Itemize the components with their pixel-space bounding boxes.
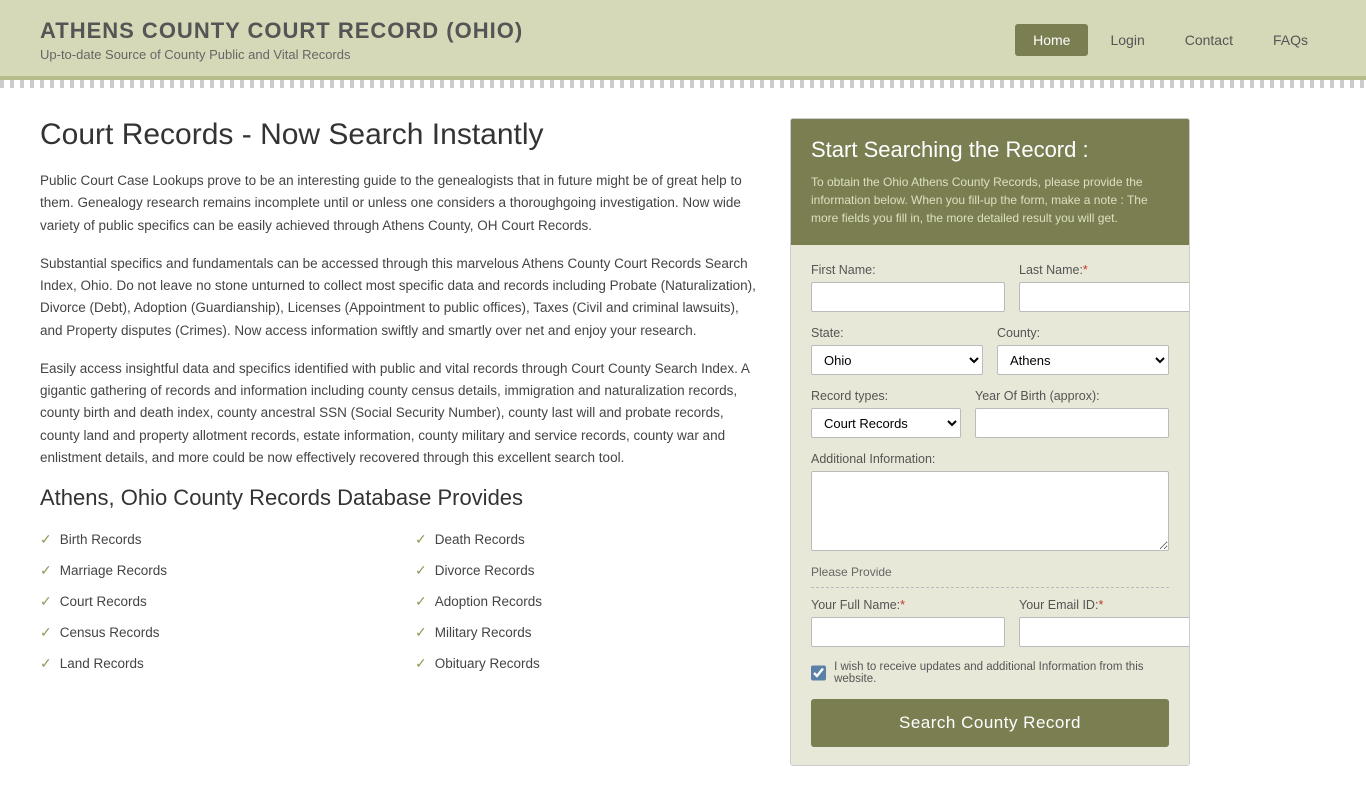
record-label-court: Court Records xyxy=(60,594,147,609)
para-1: Public Court Case Lookups prove to be an… xyxy=(40,170,760,237)
last-name-group: Last Name:* xyxy=(1019,263,1190,312)
record-item-marriage: ✓ Marriage Records xyxy=(40,558,385,583)
record-label-marriage: Marriage Records xyxy=(60,563,167,578)
record-types-group: Record types: Court Records Birth Record… xyxy=(811,389,961,438)
search-county-record-button[interactable]: Search County Record xyxy=(811,699,1169,747)
site-subtitle: Up-to-date Source of County Public and V… xyxy=(40,47,523,62)
record-label-adoption: Adoption Records xyxy=(435,594,542,609)
record-item-census: ✓ Census Records xyxy=(40,620,385,645)
additional-info-label: Additional Information: xyxy=(811,452,1169,466)
newsletter-checkbox[interactable] xyxy=(811,665,826,681)
main-nav: Home Login Contact FAQs xyxy=(1015,24,1326,56)
records-grid: ✓ Birth Records ✓ Death Records ✓ Marria… xyxy=(40,527,760,676)
year-of-birth-label: Year Of Birth (approx): xyxy=(975,389,1169,403)
full-name-input[interactable] xyxy=(811,617,1005,647)
record-types-label: Record types: xyxy=(811,389,961,403)
name-row: First Name: Last Name:* xyxy=(811,263,1169,312)
record-item-military: ✓ Military Records xyxy=(415,620,760,645)
year-of-birth-input[interactable] xyxy=(975,408,1169,438)
additional-info-group: Additional Information: xyxy=(811,452,1169,551)
county-select[interactable]: Athens Franklin Hamilton Cuyahoga xyxy=(997,345,1169,375)
newsletter-checkbox-row: I wish to receive updates and additional… xyxy=(811,661,1169,685)
last-name-label: Last Name:* xyxy=(1019,263,1190,277)
contact-row: Your Full Name:* Your Email ID:* xyxy=(811,598,1169,647)
site-title: ATHENS COUNTY COURT RECORD (OHIO) xyxy=(40,18,523,44)
record-label-obituary: Obituary Records xyxy=(435,656,540,671)
full-name-group: Your Full Name:* xyxy=(811,598,1005,647)
email-group: Your Email ID:* xyxy=(1019,598,1190,647)
first-name-input[interactable] xyxy=(811,282,1005,312)
record-label-land: Land Records xyxy=(60,656,144,671)
check-icon-land: ✓ xyxy=(40,655,52,672)
form-header-title: Start Searching the Record : xyxy=(811,137,1169,163)
record-item-land: ✓ Land Records xyxy=(40,651,385,676)
last-name-input[interactable] xyxy=(1019,282,1190,312)
county-group: County: Athens Franklin Hamilton Cuyahog… xyxy=(997,326,1169,375)
record-label-birth: Birth Records xyxy=(60,532,142,547)
first-name-label: First Name: xyxy=(811,263,1005,277)
email-label: Your Email ID:* xyxy=(1019,598,1190,612)
last-name-required: * xyxy=(1083,263,1088,277)
record-item-court: ✓ Court Records xyxy=(40,589,385,614)
record-types-select[interactable]: Court Records Birth Records Marriage Rec… xyxy=(811,408,961,438)
record-item-birth: ✓ Birth Records xyxy=(40,527,385,552)
nav-home[interactable]: Home xyxy=(1015,24,1088,56)
dashed-divider xyxy=(811,587,1169,588)
full-name-required: * xyxy=(900,598,905,612)
nav-contact[interactable]: Contact xyxy=(1167,24,1251,56)
nav-login[interactable]: Login xyxy=(1092,24,1162,56)
brand: ATHENS COUNTY COURT RECORD (OHIO) Up-to-… xyxy=(40,18,523,62)
check-icon-birth: ✓ xyxy=(40,531,52,548)
please-provide-label: Please Provide xyxy=(811,565,1169,579)
email-required: * xyxy=(1098,598,1103,612)
state-group: State: Ohio Alabama Alaska Arizona Calif… xyxy=(811,326,983,375)
para-2: Substantial specifics and fundamentals c… xyxy=(40,253,760,342)
newsletter-checkbox-label: I wish to receive updates and additional… xyxy=(834,661,1169,685)
record-item-divorce: ✓ Divorce Records xyxy=(415,558,760,583)
state-county-row: State: Ohio Alabama Alaska Arizona Calif… xyxy=(811,326,1169,375)
check-icon-marriage: ✓ xyxy=(40,562,52,579)
form-header-desc: To obtain the Ohio Athens County Records… xyxy=(811,173,1169,227)
record-label-military: Military Records xyxy=(435,625,532,640)
full-name-label: Your Full Name:* xyxy=(811,598,1005,612)
left-content: Court Records - Now Search Instantly Pub… xyxy=(40,118,760,766)
check-icon-military: ✓ xyxy=(415,624,427,641)
nav-faqs[interactable]: FAQs xyxy=(1255,24,1326,56)
first-name-group: First Name: xyxy=(811,263,1005,312)
check-icon-adoption: ✓ xyxy=(415,593,427,610)
email-input[interactable] xyxy=(1019,617,1190,647)
check-icon-death: ✓ xyxy=(415,531,427,548)
year-of-birth-group: Year Of Birth (approx): xyxy=(975,389,1169,438)
main-content: Court Records - Now Search Instantly Pub… xyxy=(0,88,1366,796)
additional-info-textarea[interactable] xyxy=(811,471,1169,551)
site-header: ATHENS COUNTY COURT RECORD (OHIO) Up-to-… xyxy=(0,0,1366,80)
state-label: State: xyxy=(811,326,983,340)
para-3: Easily access insightful data and specif… xyxy=(40,358,760,469)
state-select[interactable]: Ohio Alabama Alaska Arizona California xyxy=(811,345,983,375)
record-item-adoption: ✓ Adoption Records xyxy=(415,589,760,614)
section-heading: Athens, Ohio County Records Database Pro… xyxy=(40,485,760,511)
check-icon-census: ✓ xyxy=(40,624,52,641)
form-body: First Name: Last Name:* State: Ohio Alab… xyxy=(791,245,1189,765)
county-label: County: xyxy=(997,326,1169,340)
dot-separator xyxy=(0,80,1366,88)
record-label-census: Census Records xyxy=(60,625,160,640)
record-item-obituary: ✓ Obituary Records xyxy=(415,651,760,676)
main-heading: Court Records - Now Search Instantly xyxy=(40,118,760,152)
search-form-panel: Start Searching the Record : To obtain t… xyxy=(790,118,1190,766)
record-item-death: ✓ Death Records xyxy=(415,527,760,552)
check-icon-court: ✓ xyxy=(40,593,52,610)
check-icon-divorce: ✓ xyxy=(415,562,427,579)
record-label-death: Death Records xyxy=(435,532,525,547)
record-year-row: Record types: Court Records Birth Record… xyxy=(811,389,1169,438)
check-icon-obituary: ✓ xyxy=(415,655,427,672)
record-label-divorce: Divorce Records xyxy=(435,563,535,578)
form-header: Start Searching the Record : To obtain t… xyxy=(791,119,1189,245)
